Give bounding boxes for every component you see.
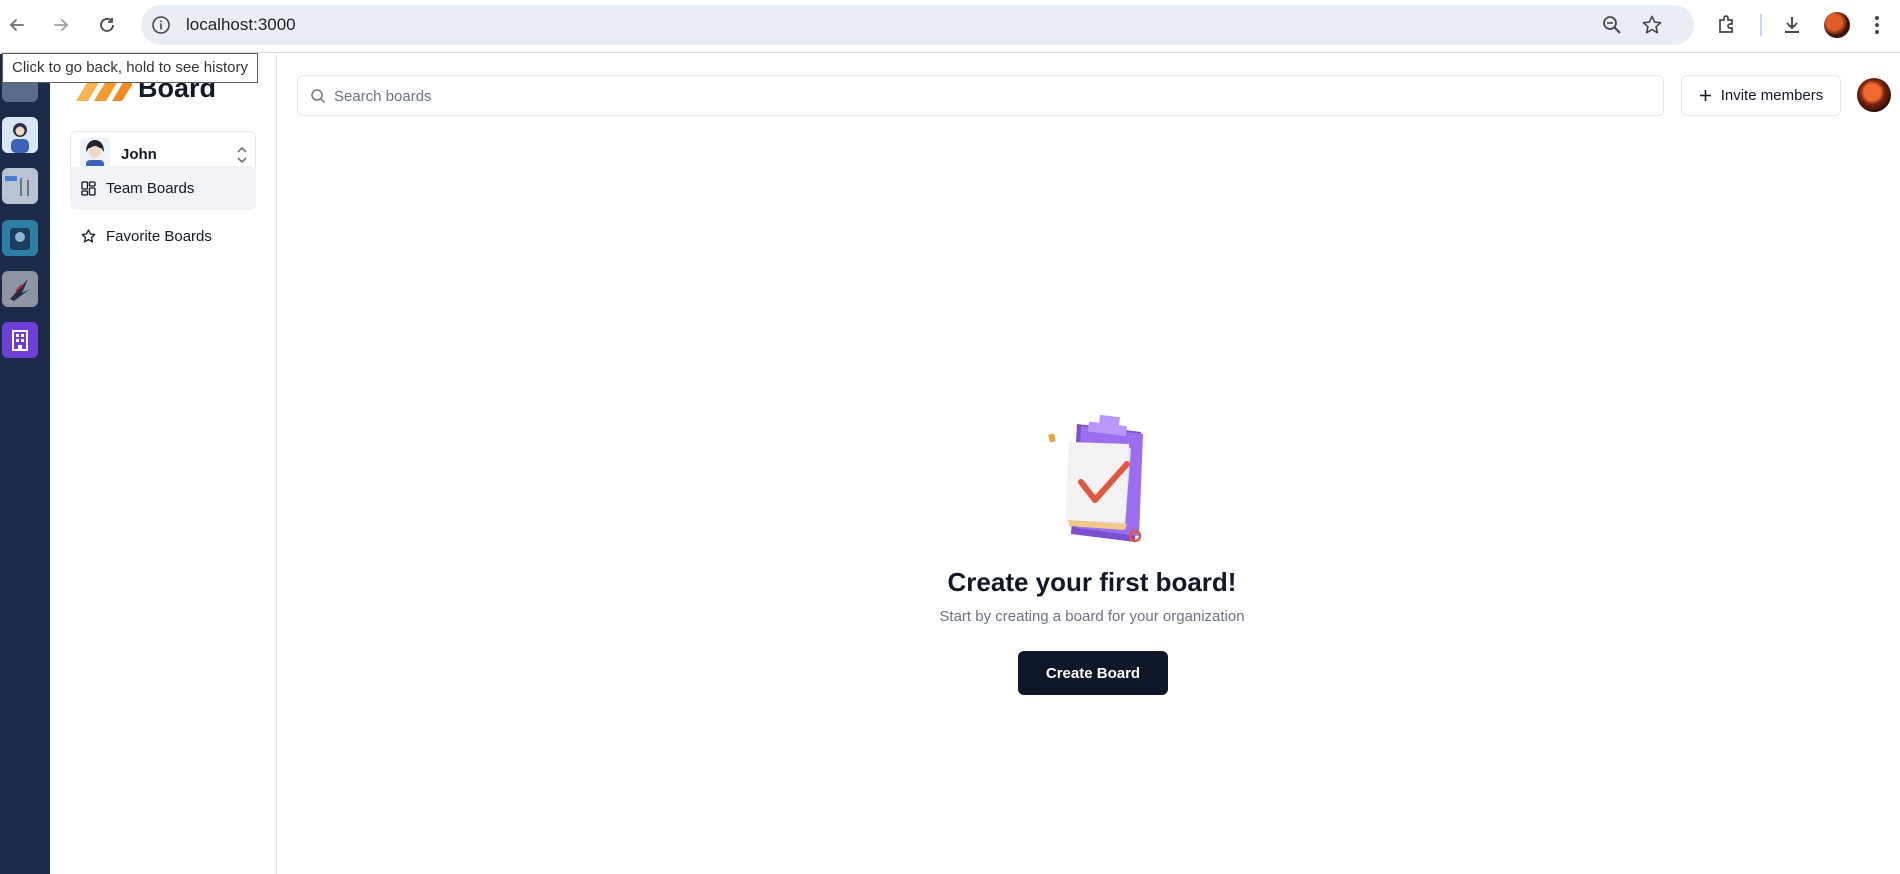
main-content: Invite members Create your first board! … [277,54,1900,874]
organization-rail [0,54,50,874]
sidebar-item-label: Favorite Boards [106,227,212,245]
back-arrow-icon[interactable] [2,10,32,40]
sidebar-item-label: Team Boards [106,179,195,197]
forward-arrow-icon[interactable] [46,10,76,40]
browser-toolbar: localhost:3000 [0,0,1900,53]
download-icon[interactable] [1779,12,1805,38]
profile-avatar[interactable] [1824,12,1850,38]
clipboard-check-illustration [1035,404,1175,554]
sidebar-item-team-boards[interactable]: Team Boards [70,166,256,210]
site-info-icon[interactable] [151,15,171,35]
org-5[interactable] [2,271,38,307]
sidebar: Board John Team Boards Favorite Boards [50,54,277,874]
url-text[interactable]: localhost:3000 [186,15,296,35]
toolbar-separator [1760,14,1762,36]
star-icon [80,228,96,244]
extensions-icon[interactable] [1714,12,1740,38]
org-switcher-name: John [121,146,157,163]
chevrons-up-down-icon [235,143,249,167]
org-4[interactable] [2,220,38,256]
empty-state-subtitle: Start by creating a board for your organ… [939,608,1245,625]
zoom-icon[interactable] [1601,14,1623,36]
sidebar-item-favorite-boards[interactable]: Favorite Boards [70,214,256,258]
empty-state: Create your first board! Start by creati… [277,54,1900,874]
reload-icon[interactable] [92,10,122,40]
create-board-button[interactable]: Create Board [1018,651,1168,695]
bookmark-star-icon[interactable] [1641,14,1663,36]
org-6[interactable] [2,322,38,358]
address-bar[interactable]: localhost:3000 [141,5,1694,45]
org-3[interactable] [2,168,38,204]
dashboard-grid-icon [80,180,96,196]
more-menu-icon[interactable] [1864,12,1890,38]
org-2[interactable] [2,117,38,153]
back-button-tooltip: Click to go back, hold to see history [2,53,258,83]
empty-state-title: Create your first board! [947,567,1237,597]
